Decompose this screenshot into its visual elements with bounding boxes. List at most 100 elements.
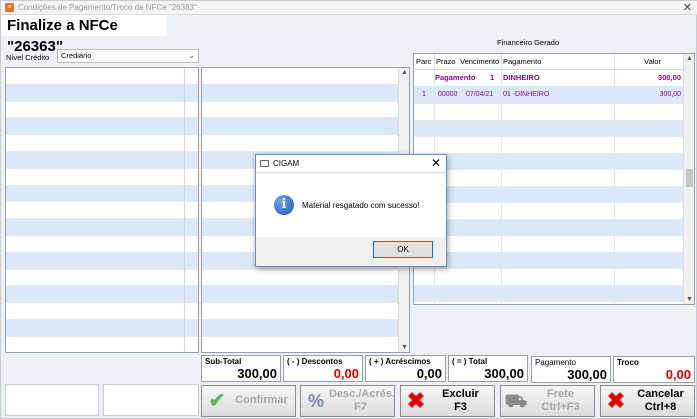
- table-row[interactable]: [414, 120, 683, 137]
- table-row[interactable]: [202, 337, 409, 352]
- financeiro-header: Parc Prazo Vencimento Pagamento Valor: [414, 54, 683, 70]
- close-icon[interactable]: ✕: [683, 1, 692, 14]
- frete-key: Ctrl+F3: [541, 401, 580, 413]
- table-row[interactable]: [414, 170, 683, 187]
- table-row[interactable]: [6, 151, 198, 169]
- table-row[interactable]: [202, 84, 409, 102]
- table-row[interactable]: [6, 303, 198, 320]
- excluir-label: Excluir F3: [429, 388, 492, 414]
- table-row[interactable]: [6, 286, 198, 304]
- col-prazo: Prazo: [436, 57, 456, 66]
- chevron-down-icon[interactable]: ⌄: [188, 50, 195, 62]
- troco-value: 0,00: [665, 367, 691, 382]
- financeiro-grid[interactable]: Parc Prazo Vencimento Pagamento Valor Pa…: [413, 53, 695, 305]
- frete-label: Frete Ctrl+F3: [529, 388, 592, 414]
- info-icon: i: [274, 195, 294, 215]
- cell-parc: 1: [422, 91, 426, 98]
- pagamento-value: 300,00: [567, 367, 607, 382]
- blank-box: [103, 384, 199, 416]
- excluir-button[interactable]: ✖ Excluir F3: [400, 385, 495, 417]
- scrollbar[interactable]: ▲ ▼: [683, 54, 694, 304]
- descontos-value: 0,00: [333, 366, 359, 381]
- cancelar-button[interactable]: ✖ Cancelar Ctrl+8: [600, 385, 695, 417]
- dialog-message: Material resgatado com sucesso!: [302, 201, 420, 210]
- table-row[interactable]: [414, 219, 683, 236]
- troco-label: Troco: [617, 358, 639, 367]
- desc-acres-label: Desc./Acrés. F7: [329, 388, 395, 414]
- cell-vencimento: 07/04/21: [466, 91, 494, 98]
- table-row[interactable]: [414, 104, 683, 121]
- table-row[interactable]: [414, 186, 683, 203]
- table-row[interactable]: [414, 285, 683, 302]
- table-row[interactable]: [6, 337, 198, 352]
- summary-num: 1: [490, 73, 495, 82]
- excluir-key: F3: [454, 401, 467, 413]
- nivel-credito-value: Crediário: [61, 51, 92, 60]
- subtotal-box: Sub-Total 300,00: [201, 355, 281, 382]
- financeiro-summary-row[interactable]: Pagamento 1 DINHEIRO 300,00: [414, 70, 683, 86]
- frete-text: Frete: [547, 388, 574, 400]
- ok-button[interactable]: OK: [373, 241, 433, 258]
- table-row[interactable]: [414, 269, 683, 286]
- desc-acres-key: F7: [354, 401, 367, 413]
- table-row[interactable]: [414, 153, 683, 170]
- credit-grid-left[interactable]: [5, 67, 199, 353]
- table-row[interactable]: [414, 137, 683, 154]
- nivel-credito-label: Nível Crédito: [6, 53, 50, 62]
- chevron-down-icon[interactable]: ▼: [686, 296, 693, 303]
- dialog-title: CIGAM: [273, 159, 300, 168]
- chevron-down-icon[interactable]: ▼: [401, 344, 408, 351]
- dialog-body: i Material resgatado com sucesso!: [256, 174, 446, 237]
- window-title: Condições de Pagamento/Troco da NFCe "26…: [18, 3, 197, 12]
- pagamento-box: Pagamento 300,00: [531, 356, 611, 383]
- excluir-text: Excluir: [442, 388, 479, 400]
- table-row[interactable]: [6, 252, 198, 270]
- table-row[interactable]: [202, 303, 409, 320]
- acrescimos-label: ( + ) Acréscimos: [369, 357, 431, 366]
- cell-pagamento: 01 -DINHEIRO: [503, 91, 550, 98]
- chevron-up-icon[interactable]: ▲: [686, 55, 693, 62]
- table-row[interactable]: [6, 319, 198, 337]
- table-row[interactable]: [202, 68, 409, 85]
- chevron-up-icon[interactable]: ▲: [401, 69, 408, 76]
- table-row[interactable]: [6, 169, 198, 186]
- close-icon[interactable]: ✕: [431, 156, 441, 170]
- nivel-credito-select[interactable]: Crediário ⌄: [57, 49, 199, 63]
- table-row[interactable]: [6, 236, 198, 253]
- table-row[interactable]: [414, 236, 683, 253]
- table-row[interactable]: [414, 203, 683, 220]
- table-row[interactable]: [6, 185, 198, 203]
- table-row[interactable]: [202, 118, 409, 136]
- table-row[interactable]: [202, 135, 409, 152]
- descontos-box: ( - ) Descontos 0,00: [283, 355, 363, 382]
- table-row[interactable]: [6, 202, 198, 220]
- desc-acres-button[interactable]: % Desc./Acrés. F7: [300, 385, 395, 417]
- col-vencimento: Vencimento: [460, 57, 500, 66]
- table-row[interactable]: [6, 219, 198, 236]
- table-row[interactable]: [6, 270, 198, 287]
- col-parc: Parc: [416, 57, 432, 66]
- financeiro-empty-rows: [414, 104, 683, 304]
- table-row[interactable]: [6, 68, 198, 85]
- cancelar-text: Cancelar: [637, 388, 684, 400]
- table-row[interactable]: [202, 270, 409, 287]
- table-row[interactable]: [6, 135, 198, 152]
- table-row[interactable]: [6, 84, 198, 102]
- frete-button[interactable]: ⛟ Frete Ctrl+F3: [500, 385, 595, 417]
- page-title: Finalize a NFCe "26363": [1, 15, 167, 55]
- main-window: ≡ Condições de Pagamento/Troco da NFCe "…: [0, 0, 697, 419]
- table-row[interactable]: [6, 102, 198, 119]
- table-row[interactable]: [202, 286, 409, 304]
- table-row[interactable]: [414, 252, 683, 269]
- table-row[interactable]: 1 00000 07/04/21 01 -DINHEIRO 300,00: [414, 86, 683, 104]
- table-row[interactable]: [202, 102, 409, 119]
- title-bar: ≡ Condições de Pagamento/Troco da NFCe "…: [1, 1, 697, 15]
- troco-box: Troco 0,00: [613, 356, 695, 383]
- summary-valor: 300,00: [658, 73, 681, 82]
- table-row[interactable]: [6, 118, 198, 136]
- summary-label: Pagamento: [435, 73, 476, 82]
- table-row[interactable]: [202, 319, 409, 337]
- confirmar-button[interactable]: ✔ Confirmar: [201, 385, 296, 417]
- confirmar-label: Confirmar: [235, 394, 288, 406]
- scrollbar-thumb[interactable]: [686, 169, 693, 187]
